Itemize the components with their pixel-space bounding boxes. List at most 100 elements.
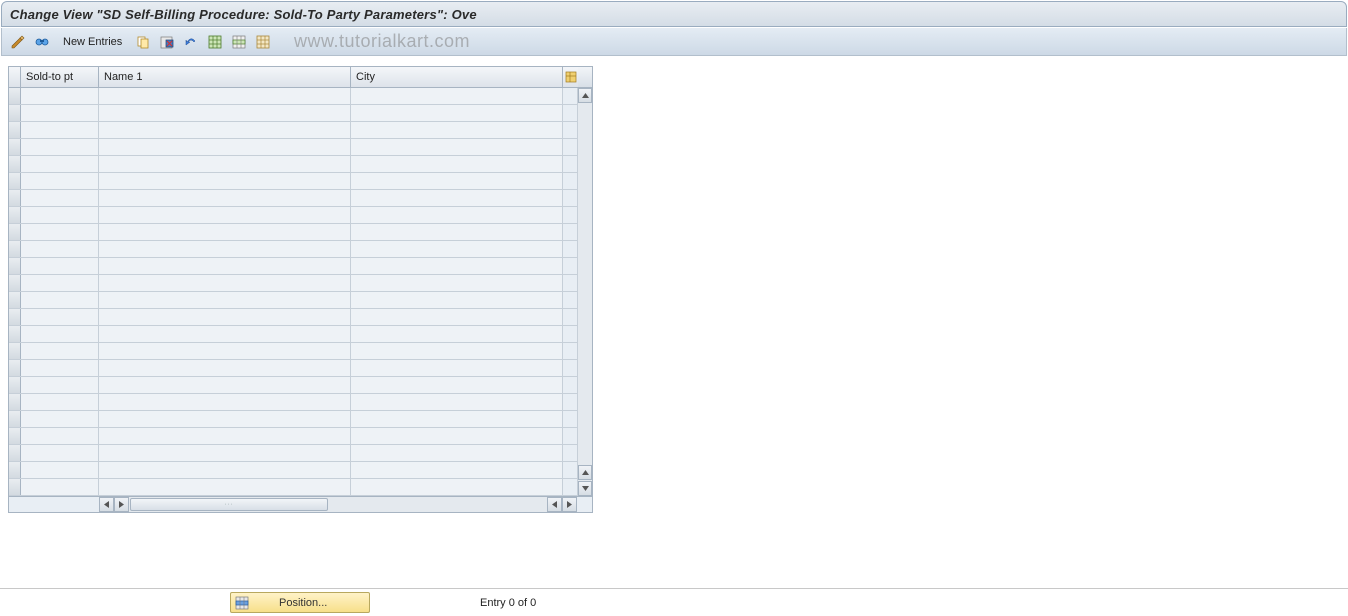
row-selector[interactable] [9, 207, 21, 223]
copy-as-button[interactable] [133, 32, 153, 52]
row-selector[interactable] [9, 360, 21, 376]
grid-select-all-corner[interactable] [9, 67, 21, 87]
grid-cell[interactable] [351, 394, 563, 410]
undo-change-button[interactable] [181, 32, 201, 52]
grid-cell[interactable] [21, 445, 99, 461]
row-selector[interactable] [9, 462, 21, 478]
new-entries-button[interactable]: New Entries [56, 32, 129, 52]
grid-cell[interactable] [99, 462, 351, 478]
grid-cell[interactable] [351, 88, 563, 104]
grid-cell[interactable] [351, 343, 563, 359]
grid-cell[interactable] [351, 224, 563, 240]
position-button[interactable]: Position... [230, 592, 370, 613]
row-selector[interactable] [9, 428, 21, 444]
grid-cell[interactable] [21, 207, 99, 223]
grid-cell[interactable] [351, 360, 563, 376]
grid-cell[interactable] [21, 377, 99, 393]
grid-cell[interactable] [351, 445, 563, 461]
grid-cell[interactable] [351, 479, 563, 495]
grid-cell[interactable] [21, 258, 99, 274]
grid-cell[interactable] [99, 428, 351, 444]
grid-cell[interactable] [21, 122, 99, 138]
grid-cell[interactable] [99, 445, 351, 461]
grid-cell[interactable] [21, 105, 99, 121]
grid-cell[interactable] [21, 88, 99, 104]
grid-cell[interactable] [99, 411, 351, 427]
scroll-left-button[interactable] [99, 497, 114, 512]
grid-cell[interactable] [99, 275, 351, 291]
grid-cell[interactable] [99, 360, 351, 376]
grid-cell[interactable] [99, 479, 351, 495]
grid-cell[interactable] [99, 156, 351, 172]
grid-cell[interactable] [351, 258, 563, 274]
grid-cell[interactable] [21, 462, 99, 478]
grid-cell[interactable] [21, 139, 99, 155]
grid-cell[interactable] [351, 462, 563, 478]
row-selector[interactable] [9, 88, 21, 104]
grid-cell[interactable] [99, 105, 351, 121]
delete-button[interactable] [157, 32, 177, 52]
grid-cell[interactable] [351, 105, 563, 121]
row-selector[interactable] [9, 156, 21, 172]
row-selector[interactable] [9, 190, 21, 206]
row-selector[interactable] [9, 411, 21, 427]
row-selector[interactable] [9, 326, 21, 342]
grid-cell[interactable] [21, 292, 99, 308]
scroll-up-button[interactable] [578, 88, 592, 103]
grid-cell[interactable] [99, 224, 351, 240]
select-block-button[interactable] [229, 32, 249, 52]
grid-cell[interactable] [351, 428, 563, 444]
column-header-city[interactable]: City [351, 67, 563, 87]
grid-cell[interactable] [21, 241, 99, 257]
grid-cell[interactable] [99, 343, 351, 359]
scroll-down-inner-button[interactable] [578, 465, 592, 480]
scroll-down-button[interactable] [578, 481, 592, 496]
row-selector[interactable] [9, 173, 21, 189]
grid-cell[interactable] [351, 377, 563, 393]
row-selector[interactable] [9, 445, 21, 461]
grid-cell[interactable] [99, 190, 351, 206]
grid-cell[interactable] [99, 122, 351, 138]
grid-cell[interactable] [21, 360, 99, 376]
grid-cell[interactable] [21, 428, 99, 444]
grid-cell[interactable] [99, 309, 351, 325]
column-header-sold-to[interactable]: Sold-to pt [21, 67, 99, 87]
grid-cell[interactable] [99, 173, 351, 189]
grid-cell[interactable] [351, 326, 563, 342]
grid-cell[interactable] [21, 411, 99, 427]
grid-cell[interactable] [351, 190, 563, 206]
grid-cell[interactable] [351, 207, 563, 223]
grid-cell[interactable] [351, 292, 563, 308]
row-selector[interactable] [9, 292, 21, 308]
row-selector[interactable] [9, 377, 21, 393]
row-selector[interactable] [9, 258, 21, 274]
grid-cell[interactable] [99, 292, 351, 308]
vscroll-track[interactable] [578, 103, 592, 465]
grid-cell[interactable] [351, 275, 563, 291]
grid-cell[interactable] [351, 241, 563, 257]
row-selector[interactable] [9, 394, 21, 410]
grid-cell[interactable] [21, 190, 99, 206]
grid-cell[interactable] [99, 241, 351, 257]
grid-cell[interactable] [21, 343, 99, 359]
grid-cell[interactable] [21, 326, 99, 342]
grid-cell[interactable] [99, 207, 351, 223]
grid-cell[interactable] [99, 326, 351, 342]
grid-cell[interactable] [21, 275, 99, 291]
row-selector[interactable] [9, 275, 21, 291]
scroll-right-button[interactable] [562, 497, 577, 512]
select-all-button[interactable] [205, 32, 225, 52]
grid-cell[interactable] [21, 173, 99, 189]
grid-cell[interactable] [351, 122, 563, 138]
scroll-left-inner-button[interactable] [114, 497, 129, 512]
row-selector[interactable] [9, 139, 21, 155]
grid-cell[interactable] [351, 173, 563, 189]
row-selector[interactable] [9, 479, 21, 495]
grid-cell[interactable] [99, 377, 351, 393]
row-selector[interactable] [9, 224, 21, 240]
grid-cell[interactable] [21, 309, 99, 325]
row-selector[interactable] [9, 105, 21, 121]
find-button[interactable] [32, 32, 52, 52]
grid-cell[interactable] [99, 258, 351, 274]
row-selector[interactable] [9, 309, 21, 325]
